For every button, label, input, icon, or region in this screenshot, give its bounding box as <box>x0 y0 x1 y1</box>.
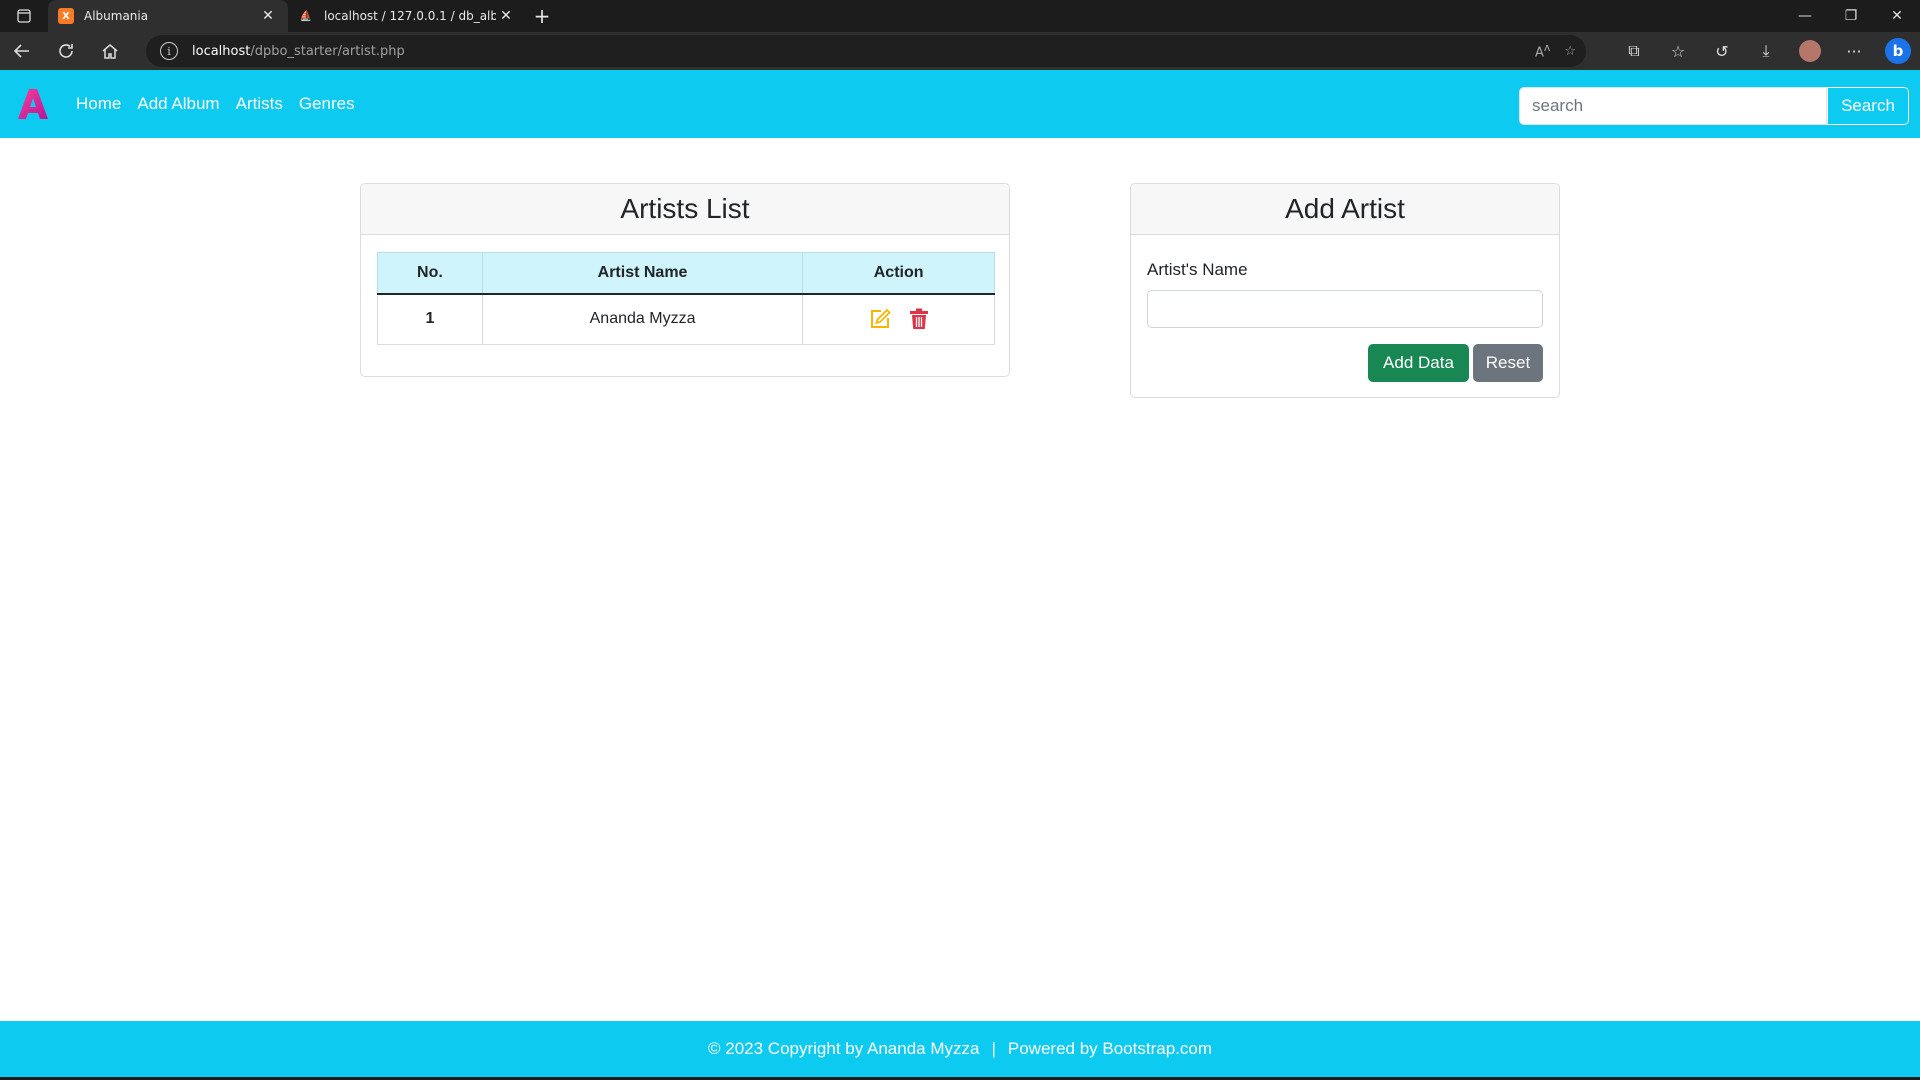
favorites-icon[interactable]: ☆ <box>1656 32 1700 70</box>
edit-icon[interactable] <box>869 308 891 330</box>
site-info-icon[interactable]: i <box>160 42 178 60</box>
artists-list-card: Artists List No. Artist Name Action 1 An… <box>360 183 1010 377</box>
more-options-icon[interactable]: ··· <box>1832 32 1876 70</box>
table-row: 1 Ananda Myzza <box>377 293 995 345</box>
extensions-icon[interactable]: ⧉ <box>1612 32 1656 70</box>
back-arrow-icon <box>13 44 29 58</box>
search-input[interactable] <box>1519 87 1827 125</box>
reset-button[interactable]: Reset <box>1473 344 1543 382</box>
read-aloud-icon[interactable]: Aʌ <box>1535 41 1550 60</box>
browser-tab-phpmyadmin[interactable]: ⛵ localhost / 127.0.0.1 / db_album ✕ <box>288 0 526 32</box>
browser-toolbar: ⧉ ☆ ↺ ⤓ ··· b <box>1612 32 1920 70</box>
column-header-artist-name: Artist Name <box>481 252 804 295</box>
artist-name-input[interactable] <box>1147 290 1543 328</box>
page-footer: © 2023 Copyright by Ananda Myzza | Power… <box>0 1021 1920 1077</box>
browser-tab-bar: X Albumania ✕ ⛵ localhost / 127.0.0.1 / … <box>0 0 1920 32</box>
url-field[interactable]: i localhost /dpbo_starter/artist.php Aʌ … <box>146 35 1586 67</box>
app-navbar: Home Add Album Artists Genres Search <box>0 70 1920 138</box>
url-path: /dpbo_starter/artist.php <box>250 43 405 59</box>
browser-address-bar: i localhost /dpbo_starter/artist.php Aʌ … <box>0 32 1920 70</box>
tab-actions-button[interactable] <box>0 0 48 32</box>
footer-separator: | <box>991 1039 996 1058</box>
new-tab-button[interactable]: + <box>526 0 558 32</box>
search-form: Search <box>1519 87 1909 125</box>
profile-avatar-icon[interactable] <box>1788 32 1832 70</box>
window-controls: — ❐ ✕ <box>1782 0 1920 32</box>
tab-title: Albumania <box>84 9 149 23</box>
browser-tab-albumania[interactable]: X Albumania ✕ <box>48 0 288 32</box>
tab-title: localhost / 127.0.0.1 / db_album <box>324 9 496 23</box>
nav-add-album-link[interactable]: Add Album <box>137 94 219 114</box>
column-header-no: No. <box>377 252 483 295</box>
refresh-icon <box>59 44 73 58</box>
add-artist-card: Add Artist Artist's Name Add Data Reset <box>1130 183 1560 398</box>
refresh-button[interactable] <box>44 32 88 70</box>
xampp-favicon-icon: X <box>58 8 74 24</box>
url-actions: Aʌ ☆ <box>1535 35 1576 67</box>
back-button[interactable] <box>0 32 44 70</box>
artists-table: No. Artist Name Action 1 Ananda Myzza <box>377 252 995 345</box>
minimize-icon[interactable]: — <box>1782 0 1828 32</box>
nav-artists-link[interactable]: Artists <box>236 94 283 114</box>
nav-home-link[interactable]: Home <box>76 94 121 114</box>
footer-copyright: © 2023 Copyright by Ananda Myzza <box>708 1039 980 1058</box>
restore-icon[interactable]: ❐ <box>1828 0 1874 32</box>
home-icon <box>102 44 118 59</box>
url-host: localhost <box>192 43 251 59</box>
delete-trash-icon[interactable] <box>909 308 929 330</box>
artist-name-cell: Ananda Myzza <box>481 293 804 345</box>
downloads-icon[interactable]: ⤓ <box>1744 32 1788 70</box>
history-icon[interactable]: ↺ <box>1700 32 1744 70</box>
phpmyadmin-favicon-icon: ⛵ <box>299 10 313 22</box>
artist-name-label: Artist's Name <box>1147 260 1248 279</box>
window-close-icon[interactable]: ✕ <box>1874 0 1920 32</box>
row-number: 1 <box>377 293 483 345</box>
albumania-logo-icon[interactable] <box>18 88 48 120</box>
artists-list-title: Artists List <box>361 184 1009 235</box>
nav-links: Home Add Album Artists Genres <box>76 70 355 138</box>
action-cell <box>802 293 995 345</box>
table-header-row: No. Artist Name Action <box>377 252 995 295</box>
add-data-button[interactable]: Add Data <box>1368 344 1469 382</box>
nav-genres-link[interactable]: Genres <box>299 94 355 114</box>
search-button[interactable]: Search <box>1827 87 1909 125</box>
bing-copilot-icon[interactable]: b <box>1876 32 1920 70</box>
add-favorite-icon[interactable]: ☆ <box>1564 44 1576 59</box>
home-button[interactable] <box>88 32 132 70</box>
add-artist-title: Add Artist <box>1131 184 1559 235</box>
footer-powered-by: Powered by Bootstrap.com <box>1007 1039 1212 1058</box>
close-tab-icon[interactable]: ✕ <box>258 8 278 24</box>
tab-actions-icon <box>17 9 31 23</box>
close-tab-icon[interactable]: ✕ <box>496 8 516 24</box>
column-header-action: Action <box>802 252 995 295</box>
